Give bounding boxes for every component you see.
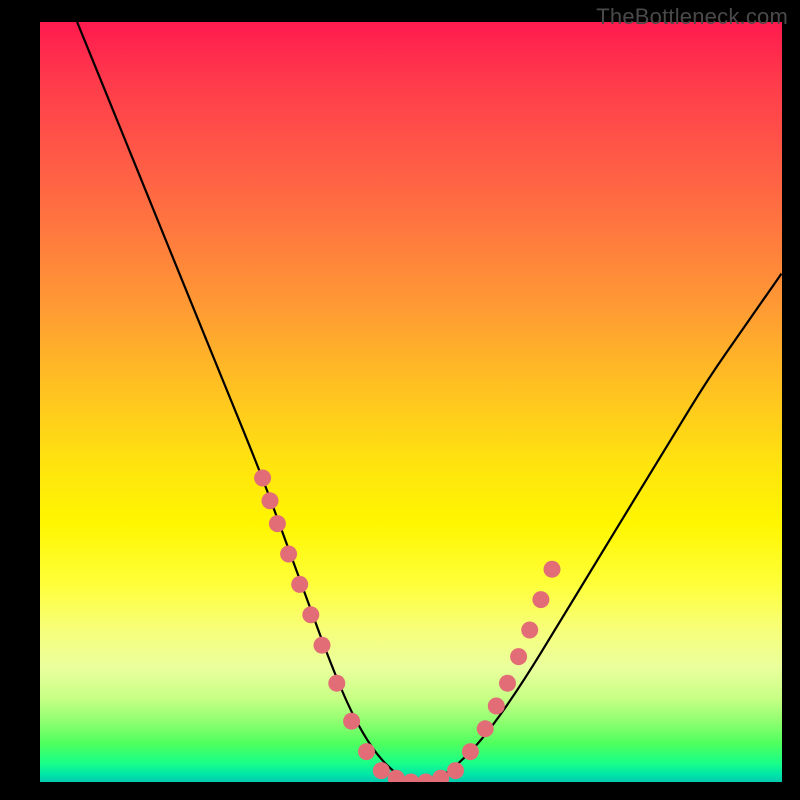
- plot-area: [40, 22, 782, 782]
- data-dot: [499, 675, 516, 692]
- data-dot: [447, 762, 464, 779]
- data-dots: [254, 470, 560, 783]
- chart-frame: TheBottleneck.com: [0, 0, 800, 800]
- data-dot: [488, 698, 505, 715]
- data-dot: [254, 470, 271, 487]
- data-dot: [328, 675, 345, 692]
- data-dot: [417, 774, 434, 783]
- data-dot: [403, 774, 420, 783]
- data-dot: [358, 743, 375, 760]
- data-dot: [388, 770, 405, 782]
- data-dot: [269, 515, 286, 532]
- data-dot: [343, 713, 360, 730]
- watermark-text: TheBottleneck.com: [596, 4, 788, 30]
- data-dot: [314, 637, 331, 654]
- data-dot: [477, 720, 494, 737]
- data-dot: [532, 591, 549, 608]
- data-dot: [280, 546, 297, 563]
- data-dot: [373, 762, 390, 779]
- bottleneck-curve: [77, 22, 782, 782]
- data-dot: [291, 576, 308, 593]
- data-dot: [462, 743, 479, 760]
- data-dot: [302, 606, 319, 623]
- data-dot: [521, 622, 538, 639]
- data-dot: [262, 492, 279, 509]
- curve-overlay: [40, 22, 782, 782]
- data-dot: [510, 648, 527, 665]
- data-dot: [544, 561, 561, 578]
